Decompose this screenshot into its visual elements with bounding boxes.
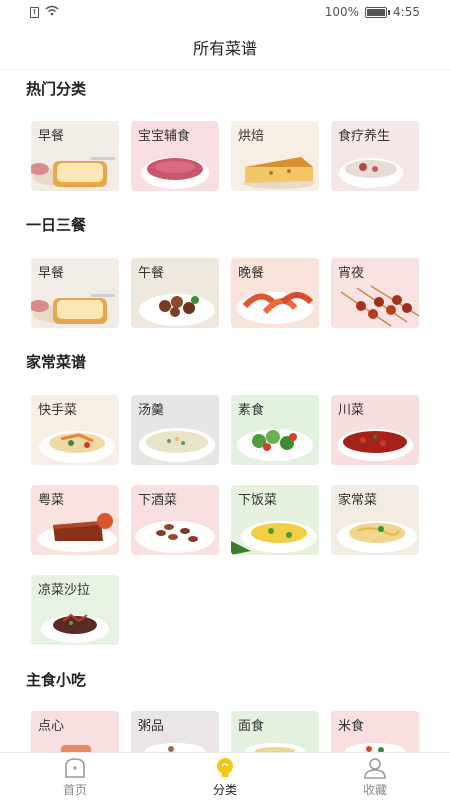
nav-home[interactable]: 首页: [0, 753, 150, 800]
category-tile-health[interactable]: 食疗养生: [331, 121, 419, 191]
category-label: 烘焙: [238, 129, 265, 144]
section-title-three-meals: 一日三餐: [26, 216, 87, 234]
category-tile-sichuan[interactable]: 川菜: [331, 395, 419, 465]
section-title-hot: 热门分类: [26, 80, 87, 98]
category-label: 汤羹: [138, 403, 165, 418]
category-label: 早餐: [38, 129, 65, 144]
nav-label: 收藏: [362, 782, 387, 797]
category-tile-drinking-snacks[interactable]: 下酒菜: [131, 485, 219, 555]
category-tile-rice[interactable]: 米食: [331, 711, 419, 752]
category-label: 川菜: [338, 403, 365, 418]
category-label: 面食: [238, 719, 265, 734]
category-label: 宵夜: [338, 266, 365, 281]
category-tile-vegetarian[interactable]: 素食: [231, 395, 319, 465]
user-icon: [364, 757, 386, 779]
category-tile-breakfast[interactable]: 早餐: [31, 121, 119, 191]
battery-percent: 100%: [324, 5, 360, 19]
category-tile-noodles[interactable]: 面食: [231, 711, 319, 752]
category-tile-lunch[interactable]: 午餐: [131, 258, 219, 328]
section-title-home-cooking: 家常菜谱: [26, 353, 87, 371]
bulb-icon: [217, 757, 233, 777]
category-label: 早餐: [38, 266, 65, 281]
category-label: 家常菜: [338, 493, 378, 508]
category-list[interactable]: 热门分类 早餐 宝宝辅食 烘焙 食疗养生 一日三餐 早餐 午餐 晚餐 宵夜 家常…: [0, 70, 450, 752]
category-label: 米食: [338, 719, 365, 734]
category-tile-rice-dishes[interactable]: 下饭菜: [231, 485, 319, 555]
category-label: 素食: [238, 403, 265, 418]
category-label: 晚餐: [238, 266, 265, 281]
category-label: 下酒菜: [138, 493, 178, 508]
page-title: 所有菜谱: [192, 38, 257, 58]
category-label: 宝宝辅食: [138, 129, 191, 144]
category-label: 快手菜: [38, 403, 78, 418]
category-tile-breakfast-2[interactable]: 早餐: [31, 258, 119, 328]
nav-favorites[interactable]: 收藏: [300, 753, 450, 800]
home-icon: [65, 757, 85, 778]
nav-category[interactable]: 分类: [150, 753, 300, 800]
title-bar: 所有菜谱: [0, 24, 450, 70]
category-tile-baby-food[interactable]: 宝宝辅食: [131, 121, 219, 191]
category-tile-cold-salad[interactable]: 凉菜沙拉: [31, 575, 119, 645]
category-label: 点心: [38, 719, 65, 734]
category-label: 凉菜沙拉: [38, 583, 91, 598]
nav-label: 首页: [62, 782, 87, 797]
category-label: 粥品: [138, 719, 165, 734]
category-tile-dinner[interactable]: 晚餐: [231, 258, 319, 328]
category-label: 粤菜: [38, 493, 65, 508]
category-label: 下饭菜: [238, 493, 278, 508]
category-tile-home-style[interactable]: 家常菜: [331, 485, 419, 555]
category-label: 食疗养生: [338, 129, 391, 144]
category-tile-congee[interactable]: 粥品: [131, 711, 219, 752]
category-tile-baking[interactable]: 烘焙: [231, 121, 319, 191]
category-tile-dim-sum[interactable]: 点心: [31, 711, 119, 752]
category-tile-quick[interactable]: 快手菜: [31, 395, 119, 465]
category-tile-soup[interactable]: 汤羹: [131, 395, 219, 465]
category-tile-late-night[interactable]: 宵夜: [331, 258, 419, 328]
wifi-icon: [45, 5, 59, 19]
nav-label: 分类: [212, 782, 237, 797]
status-bar: ! 100% 4:55: [0, 0, 450, 24]
bottom-nav: 首页 分类 收藏: [0, 752, 450, 800]
section-title-staples: 主食小吃: [26, 671, 87, 689]
clock: 4:55: [393, 5, 420, 19]
category-tile-cantonese[interactable]: 粤菜: [31, 485, 119, 555]
battery-icon: [365, 6, 391, 18]
category-label: 午餐: [138, 266, 165, 281]
sim-icon: !: [30, 6, 39, 18]
